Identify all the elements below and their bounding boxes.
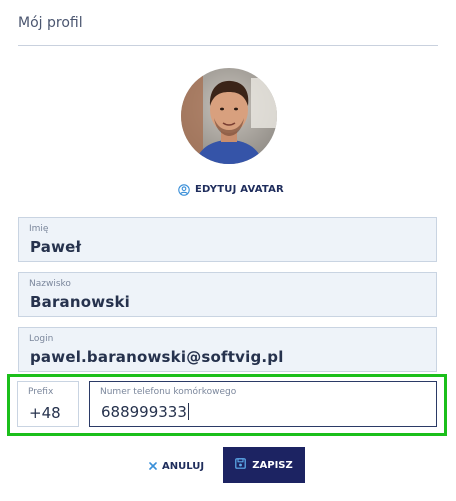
phone-value-wrap: 688999333 [101,403,189,421]
first-name-value: Paweł [30,238,82,256]
login-label: Login [29,334,54,344]
login-value: pawel.baranowski@softvig.pl [30,348,284,366]
prefix-field[interactable]: Prefix +48 [17,381,79,427]
first-name-field[interactable]: Imię Paweł [18,217,437,262]
cancel-button[interactable]: ANULUJ [149,457,204,475]
save-label: ZAPISZ [252,459,293,471]
avatar [181,68,277,164]
last-name-value: Baranowski [30,293,130,311]
text-cursor [187,403,189,420]
close-icon [149,457,157,475]
edit-avatar-label: EDYTUJ AVATAR [195,183,284,195]
first-name-label: Imię [29,224,49,234]
phone-field[interactable]: Numer telefonu komórkowego 688999333 [89,381,437,427]
login-field[interactable]: Login pawel.baranowski@softvig.pl [18,327,437,372]
user-circle-icon [178,183,190,196]
title-divider [18,45,438,46]
phone-value: 688999333 [101,403,187,421]
last-name-label: Nazwisko [29,279,71,289]
save-button[interactable]: ZAPISZ [223,447,305,483]
prefix-label: Prefix [28,387,54,397]
prefix-value: +48 [29,404,61,422]
last-name-field[interactable]: Nazwisko Baranowski [18,272,437,317]
cancel-label: ANULUJ [162,460,205,472]
page-title: Mój profil [18,15,83,31]
floppy-disk-icon [235,456,247,474]
phone-label: Numer telefonu komórkowego [100,387,237,397]
edit-avatar-button[interactable]: EDYTUJ AVATAR [178,183,284,196]
